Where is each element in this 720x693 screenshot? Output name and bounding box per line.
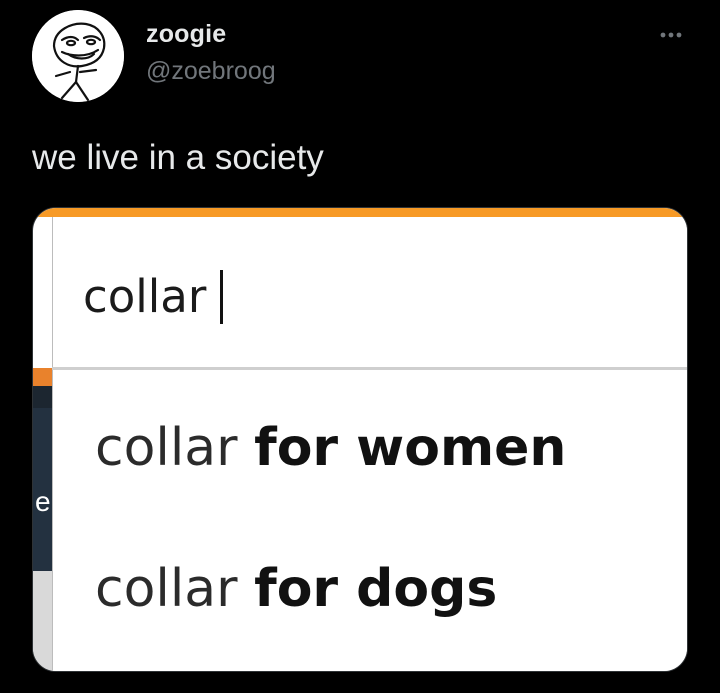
- edge-peek-text: e: [35, 488, 50, 516]
- autocomplete-list: collar for women collar for dogs: [52, 370, 687, 671]
- suggestion-typed-part: collar: [95, 559, 238, 619]
- search-input-value: collar: [83, 270, 207, 323]
- autocomplete-suggestion[interactable]: collar for dogs: [95, 557, 497, 621]
- background-page-edge: e: [33, 368, 52, 671]
- suggestion-completion-part: for dogs: [254, 559, 498, 619]
- autocomplete-suggestion[interactable]: collar for women: [95, 416, 566, 480]
- search-box[interactable]: collar: [52, 217, 687, 367]
- search-header-accent-bar: [33, 208, 687, 217]
- edge-grey-panel: [33, 571, 52, 671]
- display-name[interactable]: zoogie: [146, 20, 226, 49]
- edge-orange-stripe: [33, 368, 52, 386]
- tweet-media-image[interactable]: e collar collar for women collar for dog…: [32, 207, 688, 672]
- search-input[interactable]: collar: [83, 269, 224, 325]
- suggestion-typed-part: collar: [95, 418, 238, 478]
- more-options-button[interactable]: [656, 20, 686, 50]
- text-caret: [220, 270, 224, 324]
- avatar-doodle-icon: [32, 10, 124, 102]
- more-horizontal-icon: [660, 32, 682, 38]
- user-handle[interactable]: @zoebroog: [146, 57, 276, 86]
- tweet-text: we live in a society: [32, 138, 324, 177]
- avatar[interactable]: [32, 10, 124, 102]
- suggestion-completion-part: for women: [254, 418, 567, 478]
